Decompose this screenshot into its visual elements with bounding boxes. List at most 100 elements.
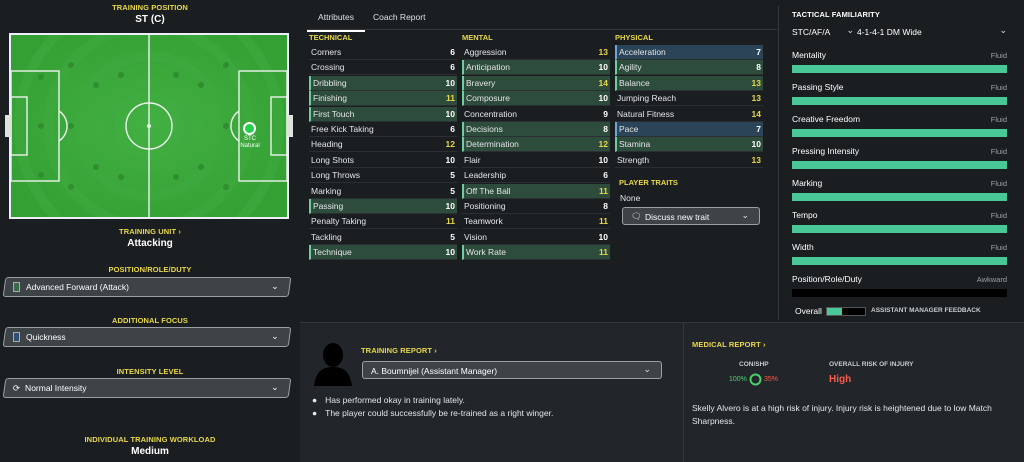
medical-report-link[interactable]: MEDICAL REPORT › — [692, 340, 766, 349]
coach-dropdown[interactable]: A. Boumnijel (Assistant Manager) ⌄ — [362, 361, 662, 379]
tactical-bar — [792, 97, 1007, 105]
tactical-familiarity-row: Position/Role/Duty Awkward — [792, 274, 1007, 302]
attribute-name: Dribbling — [313, 77, 347, 88]
physical-attribute-row[interactable]: Balance 13 — [615, 75, 763, 91]
assistant-feedback-link[interactable]: ASSISTANT MANAGER FEEDBACK — [871, 307, 981, 314]
tactical-status: Awkward — [976, 275, 1007, 284]
right-panel-divider — [778, 6, 779, 320]
additional-focus-label: ADDITIONAL FOCUS — [111, 316, 189, 325]
technical-attribute-row[interactable]: Dribbling 10 — [309, 75, 457, 91]
physical-attribute-row[interactable]: Acceleration 7 — [615, 45, 763, 60]
attribute-value: 7 — [756, 124, 761, 134]
mental-attribute-row[interactable]: Off The Ball 11 — [462, 183, 610, 199]
technical-attribute-row[interactable]: First Touch 10 — [309, 106, 457, 122]
mental-attribute-row[interactable]: Leadership 6 — [462, 168, 610, 184]
attribute-name: Corners — [311, 47, 342, 57]
mental-attribute-row[interactable]: Flair 10 — [462, 153, 610, 168]
attribute-name: Determination — [466, 139, 519, 150]
mental-attribute-row[interactable]: Bravery 14 — [462, 75, 610, 91]
physical-attribute-row[interactable]: Agility 8 — [615, 60, 763, 76]
tactical-bar — [792, 257, 1007, 265]
tactical-bar — [792, 193, 1007, 201]
technical-attribute-row[interactable]: Long Shots 10 — [309, 153, 457, 168]
training-unit-link[interactable]: TRAINING UNIT › — [0, 227, 300, 236]
technical-attribute-row[interactable]: Marking 5 — [309, 184, 457, 199]
attribute-value: 9 — [603, 108, 608, 119]
technical-attribute-row[interactable]: Passing 10 — [309, 199, 457, 214]
intensity-dropdown[interactable]: ⟳ Normal Intensity ⌄ — [2, 378, 292, 398]
attribute-value: 14 — [751, 108, 761, 119]
technical-attribute-row[interactable]: Penalty Taking 11 — [309, 214, 457, 230]
position-role-duty-label: POSITION/ROLE/DUTY — [108, 265, 192, 274]
mental-attribute-row[interactable]: Determination 12 — [462, 137, 610, 153]
tactical-bar-fill — [792, 161, 1007, 169]
tactical-bar-fill — [792, 129, 1007, 137]
technical-attribute-row[interactable]: Technique 10 — [309, 245, 457, 261]
attribute-value: 12 — [598, 139, 608, 150]
workload-label: INDIVIDUAL TRAINING WORKLOAD — [84, 435, 216, 444]
mental-attribute-row[interactable]: Vision 10 — [462, 230, 610, 245]
tactical-label: Tempo — [792, 210, 818, 220]
focus-square-icon — [13, 332, 20, 342]
intensity-value: Normal Intensity — [25, 383, 87, 393]
attribute-value: 6 — [450, 62, 455, 73]
physical-attribute-row[interactable]: Pace 7 — [615, 122, 763, 137]
tactical-label: Creative Freedom — [792, 114, 861, 124]
mental-attribute-row[interactable]: Decisions 8 — [462, 122, 610, 137]
technical-attribute-row[interactable]: Tackling 5 — [309, 230, 457, 245]
physical-attribute-row[interactable]: Jumping Reach 13 — [615, 91, 763, 107]
attribute-name: Crossing — [311, 62, 345, 73]
technical-attribute-row[interactable]: Crossing 6 — [309, 60, 457, 76]
attribute-value: 10 — [598, 231, 608, 242]
position-select[interactable]: STC/AF/A ⌄ — [792, 24, 854, 40]
attribute-name: Long Shots — [311, 154, 355, 165]
mental-attribute-row[interactable]: Positioning 8 — [462, 199, 610, 214]
tactical-bar — [792, 289, 1007, 297]
physical-attribute-row[interactable]: Stamina 10 — [615, 137, 763, 153]
tactical-status: Fluid — [990, 83, 1007, 92]
mental-attribute-row[interactable]: Aggression 13 — [462, 45, 610, 60]
technical-attribute-row[interactable]: Corners 6 — [309, 45, 457, 60]
training-report-link[interactable]: TRAINING REPORT › — [361, 346, 437, 355]
attribute-value: 11 — [446, 216, 455, 227]
tactical-label: Marking — [792, 178, 823, 188]
tactical-bar-fill — [792, 225, 1007, 233]
attribute-name: Work Rate — [466, 247, 506, 258]
physical-attribute-row[interactable]: Natural Fitness 14 — [615, 107, 763, 122]
mental-attribute-row[interactable]: Teamwork 11 — [462, 214, 610, 230]
bullet-dot-icon: ● — [312, 408, 318, 418]
attribute-value: 11 — [599, 247, 608, 258]
position-role-duty-dropdown[interactable]: Advanced Forward (Attack) ⌄ — [2, 277, 292, 297]
additional-focus-dropdown[interactable]: Quickness ⌄ — [2, 327, 292, 347]
medical-report-header: MEDICAL REPORT — [692, 340, 761, 349]
discuss-trait-label: Discuss new trait — [645, 212, 710, 222]
tactical-label: Pressing Intensity — [792, 146, 860, 156]
mental-attribute-row[interactable]: Concentration 9 — [462, 107, 610, 122]
technical-attribute-row[interactable]: Finishing 11 — [309, 91, 457, 107]
discuss-trait-dropdown[interactable]: 🗨 Discuss new trait ⌄ — [622, 207, 760, 225]
attribute-name: Jumping Reach — [617, 93, 677, 104]
training-report-header: TRAINING REPORT — [361, 346, 433, 355]
tactical-status: Fluid — [990, 211, 1007, 220]
technical-attribute-row[interactable]: Free Kick Taking 6 — [309, 122, 457, 137]
tab-coach-report[interactable]: Coach Report — [373, 6, 425, 22]
attribute-name: Leadership — [464, 170, 507, 181]
overall-bar-fill — [827, 308, 843, 315]
physical-attribute-row[interactable]: Strength 13 — [615, 153, 763, 168]
pitch-diagram[interactable]: STC Natural — [5, 33, 293, 219]
mental-attribute-row[interactable]: Work Rate 11 — [462, 245, 610, 261]
technical-attribute-row[interactable]: Long Throws 5 — [309, 168, 457, 184]
physical-header: PHYSICAL — [615, 33, 653, 42]
mental-attribute-row[interactable]: Anticipation 10 — [462, 60, 610, 76]
attribute-name: Composure — [466, 93, 510, 104]
attribute-value: 13 — [598, 47, 608, 57]
sharpness-value: 35% — [764, 376, 779, 383]
attribute-value: 5 — [450, 185, 455, 196]
attribute-name: Bravery — [466, 77, 496, 88]
formation-select[interactable]: 4-1-4-1 DM Wide ⌄ — [857, 24, 1007, 40]
bullet-dot-icon: ● — [312, 395, 318, 405]
mental-attribute-row[interactable]: Composure 10 — [462, 91, 610, 107]
technical-attribute-row[interactable]: Heading 12 — [309, 137, 457, 153]
attribute-name: Acceleration — [619, 47, 666, 57]
player-position-marker[interactable] — [243, 122, 256, 135]
